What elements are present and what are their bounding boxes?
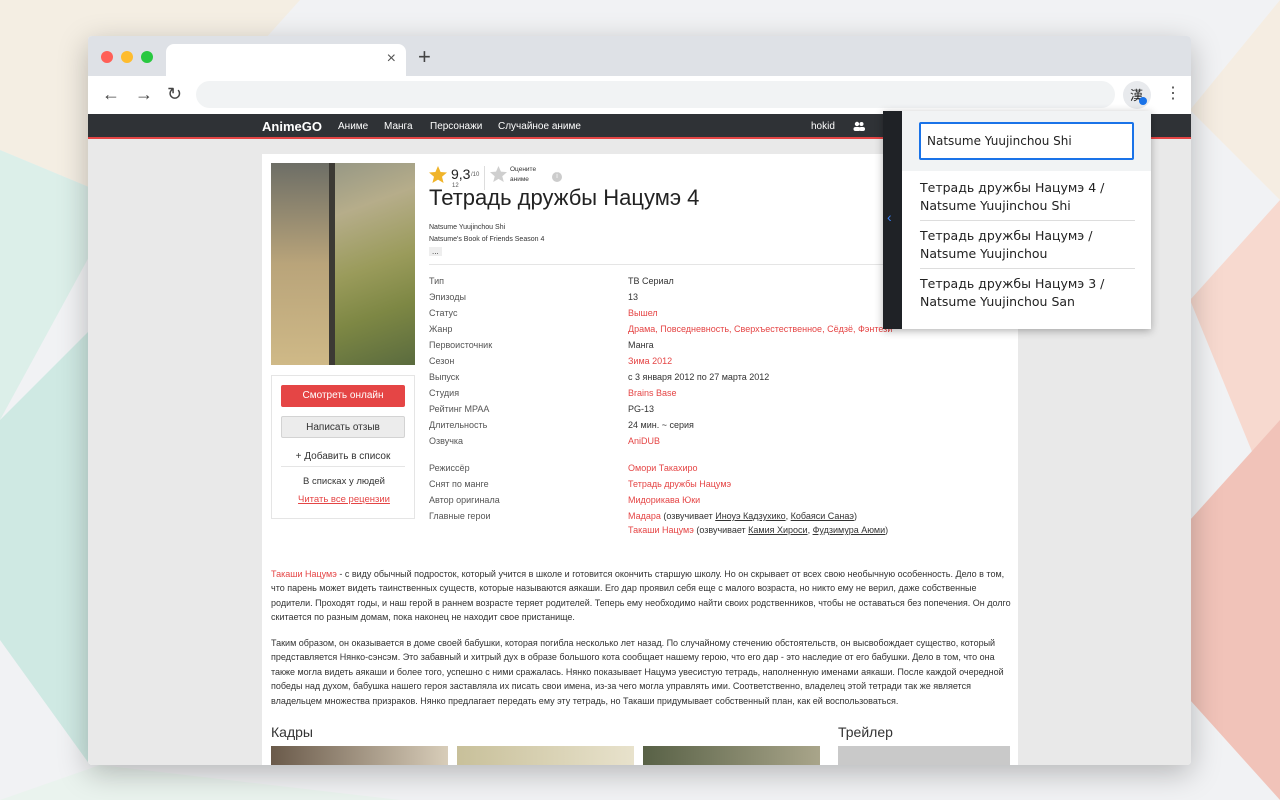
info-label: Студия — [429, 388, 460, 398]
alt-title-1: Natsume Yuujinchou Shi — [429, 224, 506, 231]
hero-link[interactable]: Кобаяси Санаэ — [791, 511, 854, 521]
browser-menu-icon[interactable]: ⋮ — [1165, 84, 1181, 104]
nav-manga[interactable]: Манга — [384, 121, 413, 132]
info-label: Сезон — [429, 356, 455, 366]
staff-label: Режиссёр — [429, 463, 470, 473]
back-button[interactable]: ← — [102, 84, 120, 104]
description-hero-link[interactable]: Такаши Нацумэ — [271, 569, 337, 579]
in-lists-label: В списках у людей — [303, 476, 385, 487]
anime-poster[interactable] — [271, 163, 415, 365]
info-label: Тип — [429, 276, 445, 286]
anime-title: Тетрадь дружбы Нацумэ 4 — [429, 185, 700, 210]
info-value: PG-13 — [628, 404, 655, 414]
action-box: Смотреть онлайн Написать отзыв + Добавит… — [271, 375, 415, 519]
rate-label-1: Оцените — [510, 166, 537, 173]
staff-value[interactable]: Омори Такахиро — [628, 463, 698, 473]
info-icon[interactable]: i — [552, 172, 562, 182]
staff-value[interactable]: Тетрадь дружбы Нацумэ — [628, 479, 731, 489]
hero-text: ) — [853, 511, 857, 521]
close-window-dot[interactable] — [101, 51, 113, 63]
info-value: Манга — [628, 340, 654, 350]
frames-heading: Кадры — [271, 724, 313, 740]
maximize-window-dot[interactable] — [141, 51, 153, 63]
staff-value[interactable]: Мидорикава Юки — [628, 495, 700, 505]
rate-star-icon[interactable] — [490, 166, 507, 183]
write-review-button[interactable]: Написать отзыв — [281, 416, 405, 438]
rating-value: 9,3 — [451, 166, 471, 182]
tab-close-icon[interactable]: × — [387, 51, 396, 67]
nav-characters[interactable]: Персонажи — [430, 121, 482, 132]
hero-link[interactable]: Мадара — [628, 511, 661, 521]
friends-icon[interactable] — [853, 121, 865, 134]
read-reviews-link[interactable]: Читать все рецензии — [272, 494, 416, 505]
info-value[interactable]: Вышел — [628, 308, 658, 318]
new-tab-button[interactable]: + — [418, 46, 431, 68]
info-label: Рейтинг MPAA — [429, 404, 490, 414]
info-label: Озвучка — [429, 436, 464, 446]
address-bar[interactable] — [196, 81, 1115, 108]
rate-label-2: аниме — [510, 176, 529, 183]
rating-max: /10 — [471, 172, 480, 178]
info-label: Выпуск — [429, 372, 460, 382]
tab-bar: × + — [88, 36, 1191, 76]
add-to-list-button[interactable]: + Добавить в список — [281, 447, 405, 467]
frame-thumbnail[interactable] — [643, 746, 820, 765]
info-value[interactable]: Brains Base — [628, 388, 677, 398]
info-label: Эпизоды — [429, 292, 466, 302]
info-value: 24 мин. ~ серия — [628, 420, 694, 430]
forward-button[interactable]: → — [135, 84, 153, 104]
reload-button[interactable]: ↻ — [167, 84, 182, 104]
staff-label: Главные герои — [429, 511, 491, 521]
browser-window: × + ← → ↻ 漢 ⋮ AnimeGO Аниме Манга Персон… — [88, 36, 1191, 765]
popup-side-strip: ‹ — [883, 111, 902, 329]
site-logo[interactable]: AnimeGO — [262, 119, 322, 134]
hero-text: (озвучивает — [660, 511, 716, 521]
browser-toolbar: ← → ↻ 漢 ⋮ — [88, 76, 1191, 114]
browser-tab[interactable]: × — [166, 44, 406, 76]
minimize-window-dot[interactable] — [121, 51, 133, 63]
info-value: ТВ Сериал — [628, 276, 674, 286]
staff-label: Автор оригинала — [429, 495, 500, 505]
trailer-heading: Трейлер — [838, 724, 893, 740]
trailer-thumbnail[interactable] — [838, 746, 1010, 765]
description-p2: Таким образом, он оказывается в доме сво… — [271, 638, 1004, 706]
nav-random-anime[interactable]: Случайное аниме — [498, 121, 581, 132]
description-p1: Такаши Нацумэ - с виду обычный подросток… — [271, 569, 1011, 623]
alt-title-2: Natsume's Book of Friends Season 4 — [429, 236, 545, 243]
hero-link[interactable]: Иноуэ Кадзухико — [715, 511, 785, 521]
info-value[interactable]: Зима 2012 — [628, 356, 672, 366]
info-value[interactable]: AniDUB — [628, 436, 660, 446]
staff-label: Снят по манге — [429, 479, 489, 489]
frame-thumbnail[interactable] — [271, 746, 448, 765]
hero-text: ) — [885, 525, 889, 535]
more-titles-button[interactable]: ... — [429, 247, 442, 256]
translator-popup: ‹ Тетрадь дружбы Нацумэ 4 /Natsume Yuuji… — [883, 111, 1151, 329]
suggestion-item[interactable]: Тетрадь дружбы Нацумэ 4 /Natsume Yuujinc… — [920, 179, 1135, 215]
frame-thumbnail[interactable] — [457, 746, 634, 765]
user-name[interactable]: hokid — [811, 121, 835, 132]
hero-link[interactable]: Камия Хироси — [748, 525, 807, 535]
star-icon — [429, 166, 447, 183]
hero-link[interactable]: Такаши Нацумэ — [628, 525, 694, 535]
info-value: с 3 января 2012 по 27 марта 2012 — [628, 372, 770, 382]
info-label: Статус — [429, 308, 458, 318]
hero-line: Мадара (озвучивает Иноуэ Кадзухико, Коба… — [628, 511, 857, 521]
watch-online-button[interactable]: Смотреть онлайн — [281, 385, 405, 407]
chevron-left-icon[interactable]: ‹ — [887, 209, 892, 225]
hero-link[interactable]: Фудзимура Аюми — [813, 525, 886, 535]
nav-anime[interactable]: Аниме — [338, 121, 368, 132]
hero-text: (озвучивает — [693, 525, 749, 535]
info-value: 13 — [628, 292, 639, 302]
info-label: Длительность — [429, 420, 488, 430]
translate-icon[interactable]: 漢 — [1123, 81, 1151, 109]
suggestion-item[interactable]: Тетрадь дружбы Нацумэ 3 /Natsume Yuujinc… — [920, 275, 1135, 311]
hero-line: Такаши Нацумэ (озвучивает Камия Хироси, … — [628, 525, 888, 535]
popup-search-input[interactable] — [919, 122, 1134, 160]
suggestion-item[interactable]: Тетрадь дружбы Нацумэ / Natsume Yuujincho… — [920, 227, 1135, 263]
info-value[interactable]: Драма, Повседневность, Сверхъестественно… — [628, 324, 892, 334]
info-label: Жанр — [429, 324, 453, 334]
info-label: Первоисточник — [429, 340, 493, 350]
